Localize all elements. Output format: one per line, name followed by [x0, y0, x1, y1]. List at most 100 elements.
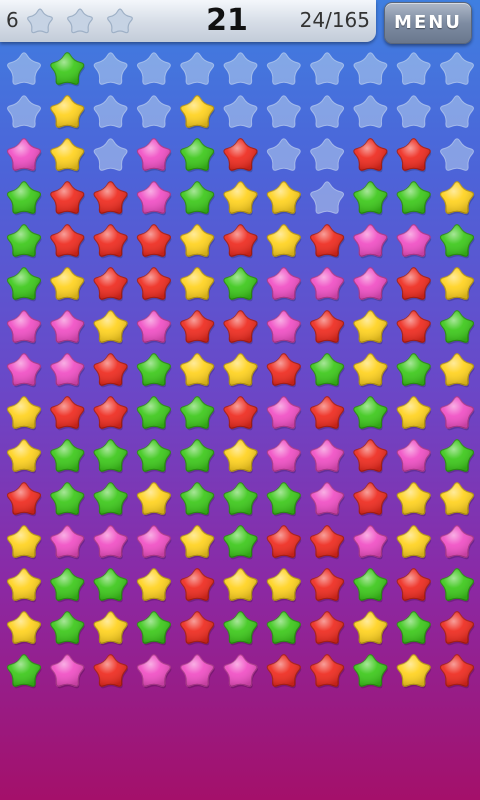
green-star-icon[interactable] [50, 52, 85, 87]
yellow-star-icon[interactable] [180, 95, 215, 130]
red-star-icon[interactable] [266, 654, 302, 689]
pink-star-icon[interactable] [136, 181, 172, 216]
yellow-star-icon[interactable] [353, 611, 388, 646]
red-star-icon[interactable] [93, 181, 129, 216]
green-star-icon[interactable] [223, 611, 258, 646]
yellow-star-icon[interactable] [6, 439, 42, 474]
yellow-star-icon[interactable] [223, 439, 258, 474]
green-star-icon[interactable] [266, 482, 302, 517]
red-star-icon[interactable] [136, 224, 172, 259]
green-star-icon[interactable] [136, 611, 172, 646]
red-star-icon[interactable] [310, 611, 345, 646]
green-star-icon[interactable] [439, 568, 475, 603]
green-star-icon[interactable] [180, 439, 215, 474]
red-star-icon[interactable] [93, 396, 129, 431]
pink-star-icon[interactable] [439, 525, 475, 560]
green-star-icon[interactable] [50, 482, 85, 517]
red-star-icon[interactable] [223, 138, 258, 173]
green-star-icon[interactable] [136, 353, 172, 388]
green-star-icon[interactable] [266, 611, 302, 646]
yellow-star-icon[interactable] [50, 95, 85, 130]
pink-star-icon[interactable] [310, 482, 345, 517]
green-star-icon[interactable] [439, 310, 475, 345]
pink-star-icon[interactable] [93, 525, 129, 560]
red-star-icon[interactable] [223, 224, 258, 259]
pink-star-icon[interactable] [6, 138, 42, 173]
yellow-star-icon[interactable] [6, 396, 42, 431]
red-star-icon[interactable] [50, 396, 85, 431]
red-star-icon[interactable] [266, 525, 302, 560]
yellow-star-icon[interactable] [396, 482, 432, 517]
red-star-icon[interactable] [93, 267, 129, 302]
yellow-star-icon[interactable] [266, 181, 302, 216]
pink-star-icon[interactable] [136, 525, 172, 560]
menu-button[interactable]: MENU [384, 2, 472, 44]
pink-star-icon[interactable] [136, 654, 172, 689]
red-star-icon[interactable] [223, 396, 258, 431]
green-star-icon[interactable] [180, 138, 215, 173]
red-star-icon[interactable] [396, 267, 432, 302]
yellow-star-icon[interactable] [439, 353, 475, 388]
green-star-icon[interactable] [180, 396, 215, 431]
green-star-icon[interactable] [50, 611, 85, 646]
pink-star-icon[interactable] [136, 138, 172, 173]
red-star-icon[interactable] [310, 396, 345, 431]
pink-star-icon[interactable] [353, 525, 388, 560]
pink-star-icon[interactable] [136, 310, 172, 345]
pink-star-icon[interactable] [6, 310, 42, 345]
yellow-star-icon[interactable] [353, 310, 388, 345]
red-star-icon[interactable] [50, 224, 85, 259]
green-star-icon[interactable] [6, 224, 42, 259]
red-star-icon[interactable] [353, 439, 388, 474]
green-star-icon[interactable] [180, 181, 215, 216]
green-star-icon[interactable] [6, 654, 42, 689]
green-star-icon[interactable] [136, 396, 172, 431]
yellow-star-icon[interactable] [180, 267, 215, 302]
green-star-icon[interactable] [353, 654, 388, 689]
green-star-icon[interactable] [396, 353, 432, 388]
red-star-icon[interactable] [396, 138, 432, 173]
red-star-icon[interactable] [439, 611, 475, 646]
pink-star-icon[interactable] [50, 353, 85, 388]
pink-star-icon[interactable] [223, 654, 258, 689]
red-star-icon[interactable] [136, 267, 172, 302]
red-star-icon[interactable] [266, 353, 302, 388]
yellow-star-icon[interactable] [50, 267, 85, 302]
red-star-icon[interactable] [396, 568, 432, 603]
yellow-star-icon[interactable] [439, 482, 475, 517]
green-star-icon[interactable] [439, 439, 475, 474]
yellow-star-icon[interactable] [439, 181, 475, 216]
pink-star-icon[interactable] [310, 267, 345, 302]
green-star-icon[interactable] [223, 525, 258, 560]
red-star-icon[interactable] [93, 224, 129, 259]
green-star-icon[interactable] [396, 611, 432, 646]
red-star-icon[interactable] [180, 568, 215, 603]
pink-star-icon[interactable] [6, 353, 42, 388]
green-star-icon[interactable] [180, 482, 215, 517]
pink-star-icon[interactable] [396, 224, 432, 259]
red-star-icon[interactable] [310, 525, 345, 560]
yellow-star-icon[interactable] [180, 525, 215, 560]
green-star-icon[interactable] [93, 482, 129, 517]
pink-star-icon[interactable] [266, 439, 302, 474]
green-star-icon[interactable] [353, 181, 388, 216]
green-star-icon[interactable] [223, 267, 258, 302]
red-star-icon[interactable] [50, 181, 85, 216]
yellow-star-icon[interactable] [223, 353, 258, 388]
yellow-star-icon[interactable] [180, 224, 215, 259]
green-star-icon[interactable] [50, 568, 85, 603]
yellow-star-icon[interactable] [353, 353, 388, 388]
pink-star-icon[interactable] [439, 396, 475, 431]
red-star-icon[interactable] [310, 568, 345, 603]
yellow-star-icon[interactable] [223, 181, 258, 216]
green-star-icon[interactable] [6, 181, 42, 216]
yellow-star-icon[interactable] [93, 611, 129, 646]
yellow-star-icon[interactable] [6, 611, 42, 646]
green-star-icon[interactable] [223, 482, 258, 517]
yellow-star-icon[interactable] [180, 353, 215, 388]
green-star-icon[interactable] [439, 224, 475, 259]
red-star-icon[interactable] [353, 482, 388, 517]
yellow-star-icon[interactable] [6, 525, 42, 560]
red-star-icon[interactable] [180, 611, 215, 646]
red-star-icon[interactable] [396, 310, 432, 345]
